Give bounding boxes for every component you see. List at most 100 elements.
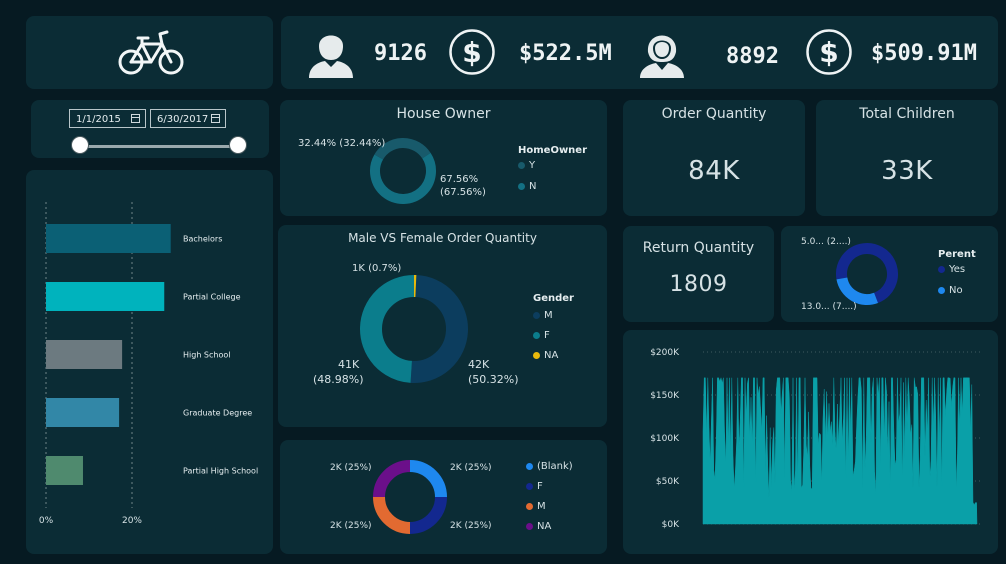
legend-item-yes[interactable]: Yes [938,264,965,275]
bar-label: Partial College [183,293,241,302]
date-range-track[interactable] [81,145,239,148]
legend-label: NA [544,350,559,361]
legend-item-f[interactable]: F [533,330,550,341]
return-quantity-value: 1809 [669,272,728,297]
revenue-area-chart: $200K $150K $100K $50K $0K [650,348,981,530]
legend-dot [533,311,540,319]
legend-label: Y [529,160,536,171]
svg-text:$: $ [819,36,838,69]
order-quantity-title: Order Quantity [661,106,767,122]
bar-label: Partial High School [183,467,258,476]
legend-label: (Blank) [537,461,573,472]
revenue-area-card: $200K $150K $100K $50K $0K [623,330,998,554]
slice-label-na: 1K (0.7%) [352,263,402,274]
slice-no[interactable] [836,277,879,305]
legend-label: M [537,501,546,512]
slice-label-n-pct: (67.56%) [440,187,486,198]
end-date-value: 6/30/2017 [157,114,209,125]
gender-orders-title: Male VS Female Order Quantity [348,231,537,245]
legend-label: NA [537,521,552,532]
slice-blank[interactable] [409,460,447,498]
legend-dot [533,331,540,339]
bar-bachelors[interactable] [46,224,171,253]
male-user-icon [309,35,353,78]
legend-label: No [949,285,963,296]
legend-item-n[interactable]: N [518,181,536,192]
order-quantity-card: Order Quantity 84K [623,100,805,216]
legend-item-na[interactable]: NA [526,521,551,532]
x-tick-label: 0% [39,516,54,526]
legend-title: Gender [533,293,574,304]
slice-f[interactable] [409,496,447,534]
legend-dot [518,182,525,190]
legend-item-no[interactable]: No [938,285,963,296]
legend-item-blank[interactable]: (Blank) [526,461,573,472]
bar-partial-college[interactable] [46,282,165,311]
slice-label-m: 2K (25%) [330,521,372,531]
return-quantity-title: Return Quantity [642,240,755,256]
slice-na[interactable] [373,460,411,498]
range-end-handle[interactable] [229,136,247,154]
legend-dot [938,286,945,294]
total-children-value: 33K [881,156,933,186]
legend-dot [526,502,533,510]
total-children-card: Total Children 33K [816,100,998,216]
y-tick-label: $50K [656,477,680,487]
legend-label: F [537,481,543,492]
slice-y[interactable] [374,138,431,160]
parent-card: 5.0... (2....) 13.0... (7....) Perent Ye… [781,226,998,322]
kpi-header-card: 9126 $ $522.5M 8892 $ $509.91M [281,16,998,89]
bar-label: High School [183,351,231,360]
dollar-icon: $ [806,29,852,75]
legend-item-y[interactable]: Y [518,160,535,171]
slice-label-f: 41K [338,358,360,371]
house-owner-title: House Owner [396,106,491,122]
legend-dot [518,161,525,169]
legend-title: Perent [938,249,976,260]
slice-label-blank: 2K (25%) [450,463,492,473]
dollar-icon: $ [449,29,495,75]
legend-label: M [544,310,553,321]
female-user-icon [640,35,684,78]
legend-item-m[interactable]: M [533,310,553,321]
slice-label-yes: 13.0... (7....) [801,302,857,312]
education-bar-chart: Bachelors Partial College High School Gradu… [39,202,258,526]
x-tick-label: 20% [122,516,142,526]
slice-m[interactable] [373,496,411,534]
bar-high-school[interactable] [46,340,123,369]
house-owner-card: House Owner 32.44% (32.44%) 67.56% (67.5… [280,100,607,216]
slice-m[interactable] [410,275,468,383]
parent-donut [836,243,898,305]
total-children-title: Total Children [859,106,955,122]
bar-graduate-degree[interactable] [46,398,120,427]
slice-n[interactable] [370,152,436,204]
calendar-icon[interactable] [131,114,140,123]
logo-card [26,16,273,89]
slice-label-f-pct: (48.98%) [313,373,364,386]
start-date-input[interactable]: 1/1/2015 [69,109,146,128]
male-count: 9126 [374,41,427,66]
legend-item-m[interactable]: M [526,501,546,512]
bar-partial-high-school[interactable] [46,456,83,485]
slice-label-f: 2K (25%) [450,521,492,531]
legend-dot [533,351,540,359]
bar-label: Graduate Degree [183,409,252,418]
legend-dot [526,522,533,530]
legend-item-f[interactable]: F [526,481,543,492]
legend-label: N [529,181,537,192]
end-date-input[interactable]: 6/30/2017 [150,109,226,128]
legend-dot [938,265,945,273]
legend-item-na[interactable]: NA [533,350,558,361]
slice-f[interactable] [360,275,415,383]
y-tick-label: $0K [662,520,680,530]
bicycle-icon [118,30,184,75]
range-start-handle[interactable] [71,136,89,154]
y-tick-label: $100K [650,434,680,444]
date-slicer-card: 1/1/2015 6/30/2017 [31,100,269,158]
bar-label: Bachelors [183,235,222,244]
y-tick-label: $200K [650,348,680,358]
slice-label-m: 42K [468,358,490,371]
return-quantity-card: Return Quantity 1809 [623,226,774,322]
legend-title: HomeOwner [518,145,588,156]
calendar-icon[interactable] [211,114,220,123]
